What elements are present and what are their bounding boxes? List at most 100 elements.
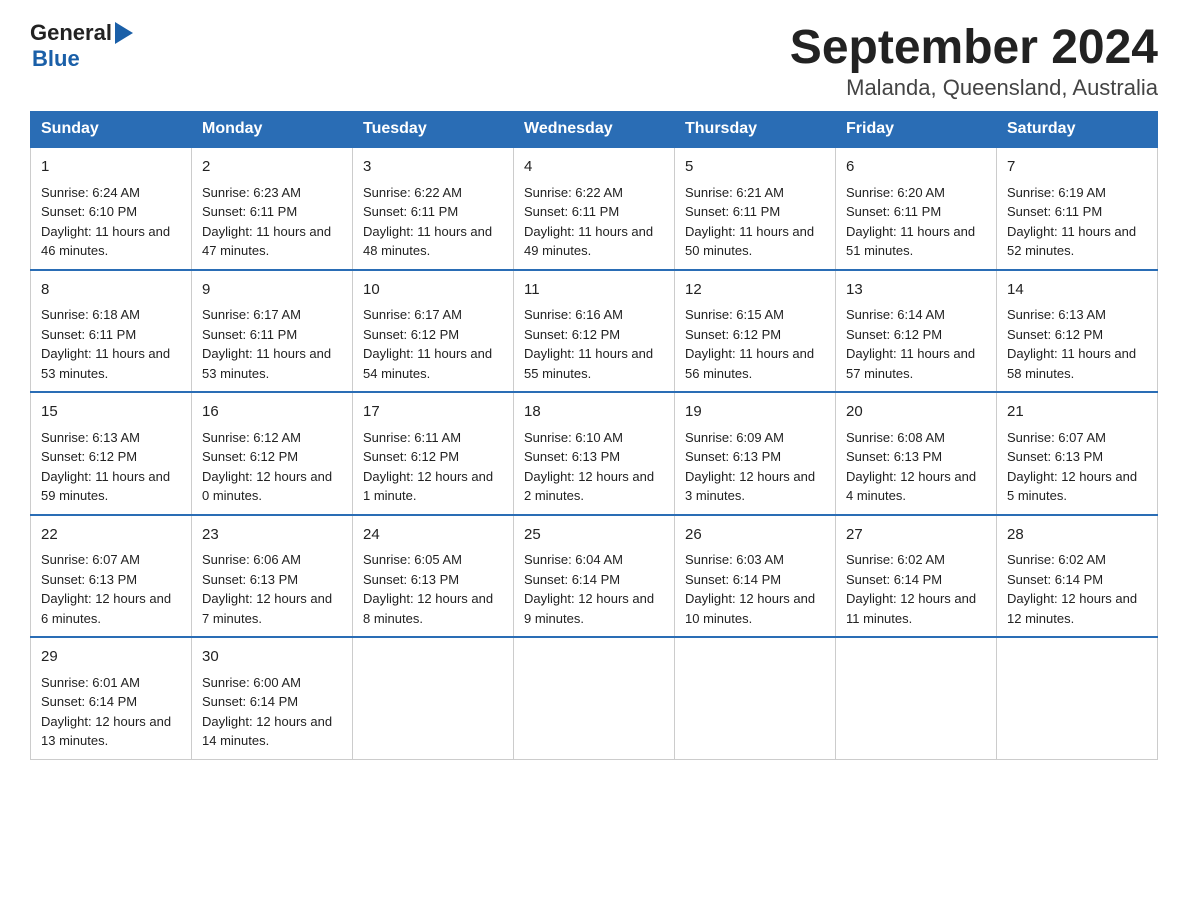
day-number: 27 <box>846 524 986 547</box>
day-number: 8 <box>41 279 181 302</box>
sunset-label: Sunset: 6:12 PM <box>363 449 459 464</box>
daylight-label: Daylight: 12 hours and 2 minutes. <box>524 469 654 504</box>
calendar-cell: 20Sunrise: 6:08 AMSunset: 6:13 PMDayligh… <box>836 392 997 515</box>
day-number: 13 <box>846 279 986 302</box>
daylight-label: Daylight: 11 hours and 47 minutes. <box>202 224 331 259</box>
sunrise-label: Sunrise: 6:21 AM <box>685 185 784 200</box>
calendar-cell: 29Sunrise: 6:01 AMSunset: 6:14 PMDayligh… <box>31 637 192 759</box>
weekday-header-friday: Friday <box>836 112 997 148</box>
daylight-label: Daylight: 12 hours and 10 minutes. <box>685 591 815 626</box>
day-info: Sunrise: 6:01 AM Sunset: 6:14 PM Daylight:… <box>41 673 181 751</box>
page-header: General Blue September 2024 Malanda, Que… <box>30 20 1158 101</box>
day-number: 4 <box>524 156 664 179</box>
day-number: 16 <box>202 401 342 424</box>
calendar-cell: 8Sunrise: 6:18 AMSunset: 6:11 PMDaylight… <box>31 270 192 393</box>
calendar-week-row: 8Sunrise: 6:18 AMSunset: 6:11 PMDaylight… <box>31 270 1158 393</box>
sunrise-label: Sunrise: 6:17 AM <box>363 307 462 322</box>
daylight-label: Daylight: 12 hours and 11 minutes. <box>846 591 976 626</box>
sunset-label: Sunset: 6:14 PM <box>524 572 620 587</box>
daylight-label: Daylight: 11 hours and 46 minutes. <box>41 224 170 259</box>
daylight-label: Daylight: 12 hours and 5 minutes. <box>1007 469 1137 504</box>
day-info: Sunrise: 6:09 AMSunset: 6:13 PMDaylight:… <box>685 428 825 506</box>
daylight-label: Daylight: 11 hours and 53 minutes. <box>41 346 170 381</box>
daylight-label: Daylight: 12 hours and 6 minutes. <box>41 591 171 626</box>
sunset-label: Sunset: 6:14 PM <box>41 694 137 709</box>
day-info: Sunrise: 6:24 AMSunset: 6:10 PMDaylight:… <box>41 183 181 261</box>
day-info: Sunrise: 6:06 AMSunset: 6:13 PMDaylight:… <box>202 550 342 628</box>
calendar-cell <box>353 637 514 759</box>
calendar-cell: 14Sunrise: 6:13 AMSunset: 6:12 PMDayligh… <box>997 270 1158 393</box>
day-number: 17 <box>363 401 503 424</box>
daylight-label: Daylight: 11 hours and 55 minutes. <box>524 346 653 381</box>
daylight-label: Daylight: 12 hours and 13 minutes. <box>41 714 171 749</box>
day-number: 21 <box>1007 401 1147 424</box>
day-info: Sunrise: 6:13 AMSunset: 6:12 PMDaylight:… <box>1007 305 1147 383</box>
day-info: Sunrise: 6:00 AMSunset: 6:14 PMDaylight:… <box>202 673 342 751</box>
day-number: 6 <box>846 156 986 179</box>
daylight-label: Daylight: 12 hours and 14 minutes. <box>202 714 332 749</box>
calendar-cell: 24Sunrise: 6:05 AMSunset: 6:13 PMDayligh… <box>353 515 514 638</box>
sunrise-label: Sunrise: 6:18 AM <box>41 307 140 322</box>
day-info: Sunrise: 6:17 AMSunset: 6:11 PMDaylight:… <box>202 305 342 383</box>
calendar-cell: 16 Sunrise: 6:12 AM Sunset: 6:12 PM Dayligh… <box>192 392 353 515</box>
day-number: 5 <box>685 156 825 179</box>
sunset-label: Sunset: 6:12 PM <box>202 449 298 464</box>
daylight-label: Daylight: 12 hours and 4 minutes. <box>846 469 976 504</box>
title-block: September 2024 Malanda, Queensland, Aust… <box>790 20 1158 101</box>
calendar-cell: 2Sunrise: 6:23 AMSunset: 6:11 PMDaylight… <box>192 147 353 270</box>
calendar-cell: 23Sunrise: 6:06 AMSunset: 6:13 PMDayligh… <box>192 515 353 638</box>
calendar-title: September 2024 <box>790 20 1158 75</box>
daylight-label: Daylight: 12 hours and 0 minutes. <box>202 469 332 504</box>
weekday-header-sunday: Sunday <box>31 112 192 148</box>
calendar-cell: 3Sunrise: 6:22 AMSunset: 6:11 PMDaylight… <box>353 147 514 270</box>
calendar-cell: 18Sunrise: 6:10 AMSunset: 6:13 PMDayligh… <box>514 392 675 515</box>
day-info: Sunrise: 6:20 AMSunset: 6:11 PMDaylight:… <box>846 183 986 261</box>
sunrise-label: Sunrise: 6:04 AM <box>524 552 623 567</box>
calendar-cell: 21Sunrise: 6:07 AMSunset: 6:13 PMDayligh… <box>997 392 1158 515</box>
day-number: 25 <box>524 524 664 547</box>
day-number: 7 <box>1007 156 1147 179</box>
sunset-label: Sunset: 6:11 PM <box>846 204 941 219</box>
day-info: Sunrise: 6:11 AMSunset: 6:12 PMDaylight:… <box>363 428 503 506</box>
calendar-cell <box>836 637 997 759</box>
calendar-cell: 4Sunrise: 6:22 AMSunset: 6:11 PMDaylight… <box>514 147 675 270</box>
sunrise-label: Sunrise: 6:14 AM <box>846 307 945 322</box>
sunrise-label: Sunrise: 6:12 AM <box>202 430 301 445</box>
calendar-cell: 15Sunrise: 6:13 AMSunset: 6:12 PMDayligh… <box>31 392 192 515</box>
day-info: Sunrise: 6:04 AMSunset: 6:14 PMDaylight:… <box>524 550 664 628</box>
sunset-label: Sunset: 6:11 PM <box>202 204 297 219</box>
calendar-week-row: 29Sunrise: 6:01 AMSunset: 6:14 PMDayligh… <box>31 637 1158 759</box>
day-number: 10 <box>363 279 503 302</box>
day-number: 19 <box>685 401 825 424</box>
sunset-label: Sunset: 6:13 PM <box>41 572 137 587</box>
calendar-cell: 10 Sunrise: 6:17 AMSunset: 6:12 PMDayligh… <box>353 270 514 393</box>
sunrise-label: Sunrise: 6:02 AM <box>1007 552 1106 567</box>
sunrise-label: Sunrise: 6:19 AM <box>1007 185 1106 200</box>
calendar-cell: 9Sunrise: 6:17 AMSunset: 6:11 PMDaylight… <box>192 270 353 393</box>
calendar-cell: 13Sunrise: 6:14 AMSunset: 6:12 PMDayligh… <box>836 270 997 393</box>
sunset-label: Sunset: 6:12 PM <box>685 327 781 342</box>
weekday-header-row: SundayMondayTuesdayWednesdayThursdayFrid… <box>31 112 1158 148</box>
sunrise-label: Sunrise: 6:03 AM <box>685 552 784 567</box>
day-info: Sunrise: 6:07 AMSunset: 6:13 PMDaylight:… <box>41 550 181 628</box>
calendar-cell: 26Sunrise: 6:03 AMSunset: 6:14 PMDayligh… <box>675 515 836 638</box>
calendar-cell: 5Sunrise: 6:21 AMSunset: 6:11 PMDaylight… <box>675 147 836 270</box>
sunset-label: Sunset: 6:14 PM <box>202 694 298 709</box>
day-number: 24 <box>363 524 503 547</box>
daylight-label: Daylight: 11 hours and 57 minutes. <box>846 346 975 381</box>
weekday-header-thursday: Thursday <box>675 112 836 148</box>
calendar-header: SundayMondayTuesdayWednesdayThursdayFrid… <box>31 112 1158 148</box>
sunset-label: Sunset: 6:13 PM <box>524 449 620 464</box>
day-number: 30 <box>202 646 342 669</box>
sunrise-label: Sunrise: 6:01 AM <box>41 675 140 690</box>
sunrise-label: Sunrise: 6:02 AM <box>846 552 945 567</box>
sunrise-label: Sunrise: 6:20 AM <box>846 185 945 200</box>
day-info: Sunrise: 6:13 AMSunset: 6:12 PMDaylight:… <box>41 428 181 506</box>
day-info: Sunrise: 6:17 AMSunset: 6:12 PMDaylight:… <box>363 305 503 383</box>
day-number: 12 <box>685 279 825 302</box>
logo: General Blue <box>30 20 133 72</box>
sunset-label: Sunset: 6:11 PM <box>1007 204 1102 219</box>
sunrise-label: Sunrise: 6:13 AM <box>41 430 140 445</box>
day-info: Sunrise: 6:10 AMSunset: 6:13 PMDaylight:… <box>524 428 664 506</box>
weekday-header-wednesday: Wednesday <box>514 112 675 148</box>
